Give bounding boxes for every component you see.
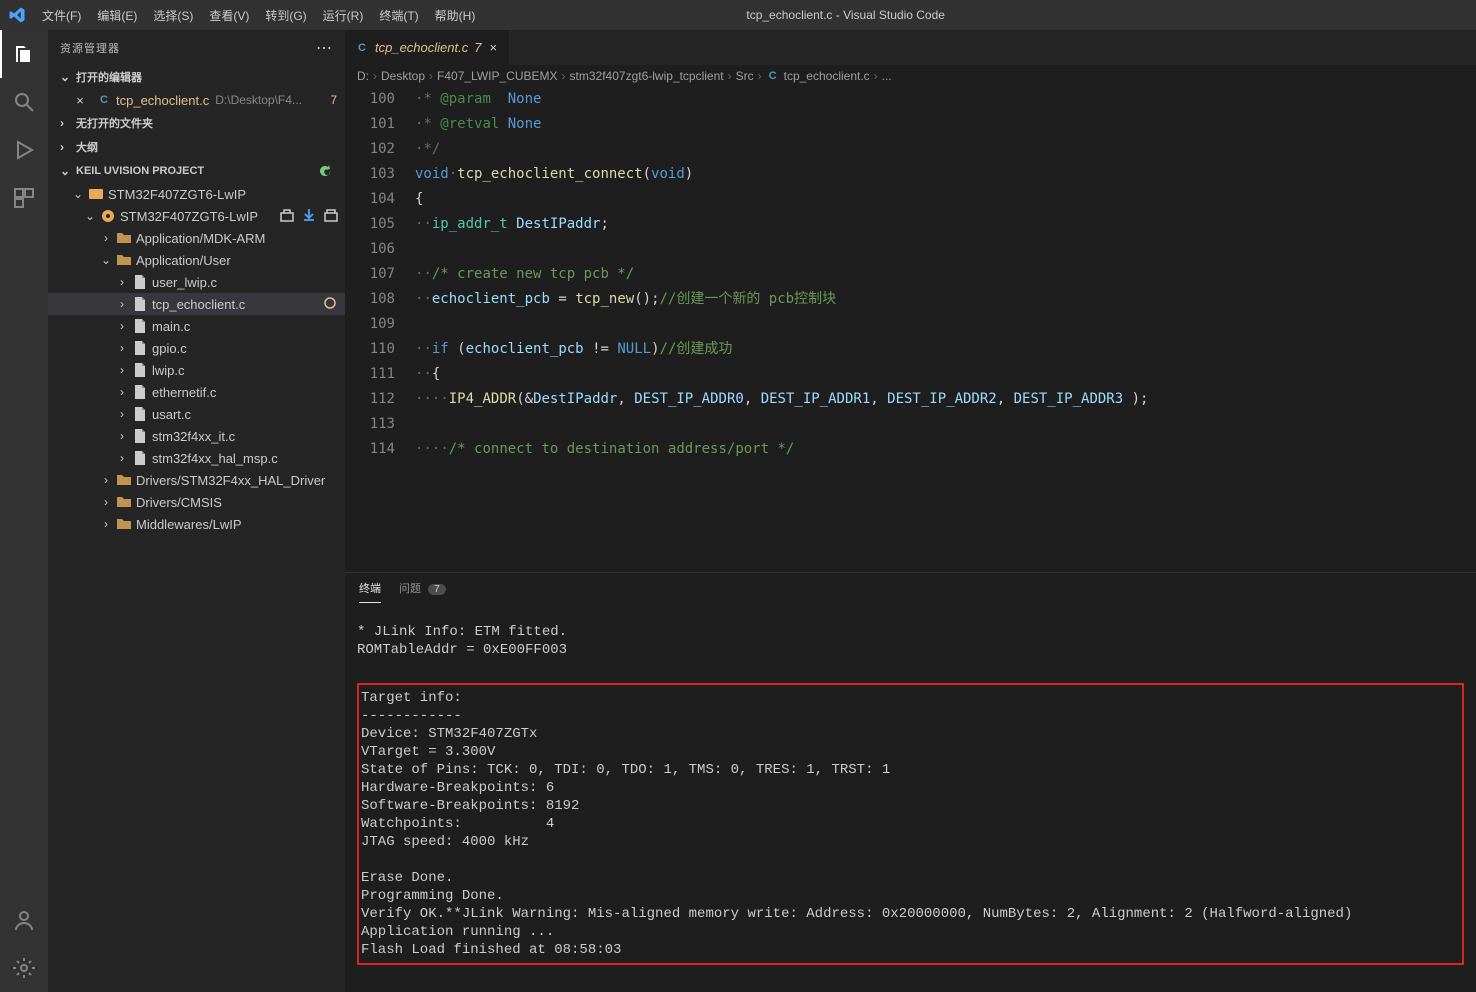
project-root[interactable]: ⌄ STM32F407ZGT6-LwIP [48,183,345,205]
panel-tab-terminal[interactable]: 终端 [359,574,381,603]
rebuild-icon[interactable] [323,207,339,226]
breadcrumb[interactable]: D:› Desktop› F407_LWIP_CUBEMX› stm32f407… [345,65,1476,87]
panel-tabs: 终端 问题 7 [345,573,1476,603]
group-mdk-arm[interactable]: › Application/MDK-ARM [48,227,345,249]
tab-tcp-echoclient[interactable]: C tcp_echoclient.c 7 × [345,30,510,65]
line-gutter: 1001011021031041051061071081091101111121… [345,87,415,572]
close-icon[interactable]: × [72,93,88,108]
folder-icon [116,494,132,510]
activity-settings[interactable] [0,944,48,992]
activity-explorer[interactable] [0,30,48,78]
build-icon[interactable] [279,207,295,226]
file-icon [132,406,148,422]
group-lwip[interactable]: › Middlewares/LwIP [48,513,345,535]
code-editor[interactable]: 1001011021031041051061071081091101111121… [345,87,1476,572]
window-title: tcp_echoclient.c - Visual Studio Code [483,8,1208,22]
menu-view[interactable]: 查看(V) [201,3,257,28]
more-icon[interactable]: ⋯ [316,38,333,58]
file-icon [132,450,148,466]
file-icon [132,428,148,444]
c-file-icon: C [96,92,112,108]
activity-extensions[interactable] [0,174,48,222]
editor-tabs: C tcp_echoclient.c 7 × [345,30,1476,65]
tab-badge: 7 [474,40,481,55]
activity-run[interactable] [0,126,48,174]
sidebar-title: 资源管理器 ⋯ [48,30,345,65]
menu-select[interactable]: 选择(S) [145,3,201,28]
close-icon[interactable]: × [487,40,499,55]
section-no-folder[interactable]: ›无打开的文件夹 [48,111,345,135]
editor-area: C tcp_echoclient.c 7 × D:› Desktop› F407… [345,30,1476,992]
menubar: 文件(F) 编辑(E) 选择(S) 查看(V) 转到(G) 运行(R) 终端(T… [34,3,483,28]
file-icon [132,340,148,356]
file-item[interactable]: ›main.c [48,315,345,337]
activity-search[interactable] [0,78,48,126]
gear-icon [12,956,36,980]
file-item[interactable]: ›tcp_echoclient.c [48,293,345,315]
project-target[interactable]: ⌄ STM32F407ZGT6-LwIP [48,205,345,227]
folder-icon [116,230,132,246]
sidebar-explorer: 资源管理器 ⋯ ⌄打开的编辑器 × C tcp_echoclient.c D:\… [48,30,345,992]
c-file-icon: C [766,68,780,84]
menu-file[interactable]: 文件(F) [34,3,89,28]
file-item[interactable]: ›lwip.c [48,359,345,381]
group-hal[interactable]: › Drivers/STM32F4xx_HAL_Driver [48,469,345,491]
extensions-icon [12,186,36,210]
vscode-logo-icon [8,6,26,24]
section-open-editors[interactable]: ⌄打开的编辑器 [48,65,345,89]
activity-bar [0,30,48,992]
group-cmsis[interactable]: › Drivers/CMSIS [48,491,345,513]
menu-goto[interactable]: 转到(G) [257,3,314,28]
open-file-badge: 7 [330,93,337,107]
project-icon [88,186,104,202]
file-icon [132,318,148,334]
user-icon [12,908,36,932]
file-item[interactable]: ›stm32f4xx_hal_msp.c [48,447,345,469]
folder-icon [116,252,132,268]
project-tree: ⌄ STM32F407ZGT6-LwIP ⌄ STM32F407ZGT6-LwI… [48,183,345,535]
file-icon [132,274,148,290]
files-icon [12,42,36,66]
panel-tab-problems[interactable]: 问题 7 [399,574,446,602]
file-item[interactable]: ›stm32f4xx_it.c [48,425,345,447]
menu-terminal[interactable]: 终端(T) [371,3,426,28]
terminal-highlight-box: Target info: ------------ Device: STM32F… [357,683,1464,965]
file-icon [132,296,148,312]
titlebar: 文件(F) 编辑(E) 选择(S) 查看(V) 转到(G) 运行(R) 终端(T… [0,0,1476,30]
activity-account[interactable] [0,896,48,944]
play-icon [12,138,36,162]
file-item[interactable]: ›ethernetif.c [48,381,345,403]
terminal-output[interactable]: * JLink Info: ETM fitted. ROMTableAddr =… [345,603,1476,992]
section-keil-project[interactable]: ⌄KEIL UVISION PROJECT [48,159,345,183]
group-user[interactable]: ⌄ Application/User [48,249,345,271]
search-icon [12,90,36,114]
panel: 终端 问题 7 * JLink Info: ETM fitted. ROMTab… [345,572,1476,992]
refresh-icon[interactable] [317,163,333,179]
folder-icon [116,516,132,532]
download-icon[interactable] [301,207,317,226]
menu-help[interactable]: 帮助(H) [427,3,484,28]
folder-icon [116,472,132,488]
open-editor-item[interactable]: × C tcp_echoclient.c D:\Desktop\F4... 7 [48,89,345,111]
code-content[interactable]: ·* @param None ·* @retval None ·*/ void·… [415,87,1476,572]
problems-count: 7 [428,584,446,595]
menu-run[interactable]: 运行(R) [315,3,372,28]
c-file-icon: C [355,40,369,56]
file-icon [132,362,148,378]
file-item[interactable]: ›gpio.c [48,337,345,359]
open-file-path: D:\Desktop\F4... [215,93,302,107]
file-item[interactable]: ›usart.c [48,403,345,425]
menu-edit[interactable]: 编辑(E) [89,3,145,28]
sidebar-title-text: 资源管理器 [60,40,120,56]
file-icon [132,384,148,400]
open-file-name: tcp_echoclient.c [116,93,209,108]
file-item[interactable]: ›user_lwip.c [48,271,345,293]
target-icon [100,208,116,224]
tab-label: tcp_echoclient.c [375,40,468,55]
section-outline[interactable]: ›大纲 [48,135,345,159]
modified-icon [323,296,337,313]
